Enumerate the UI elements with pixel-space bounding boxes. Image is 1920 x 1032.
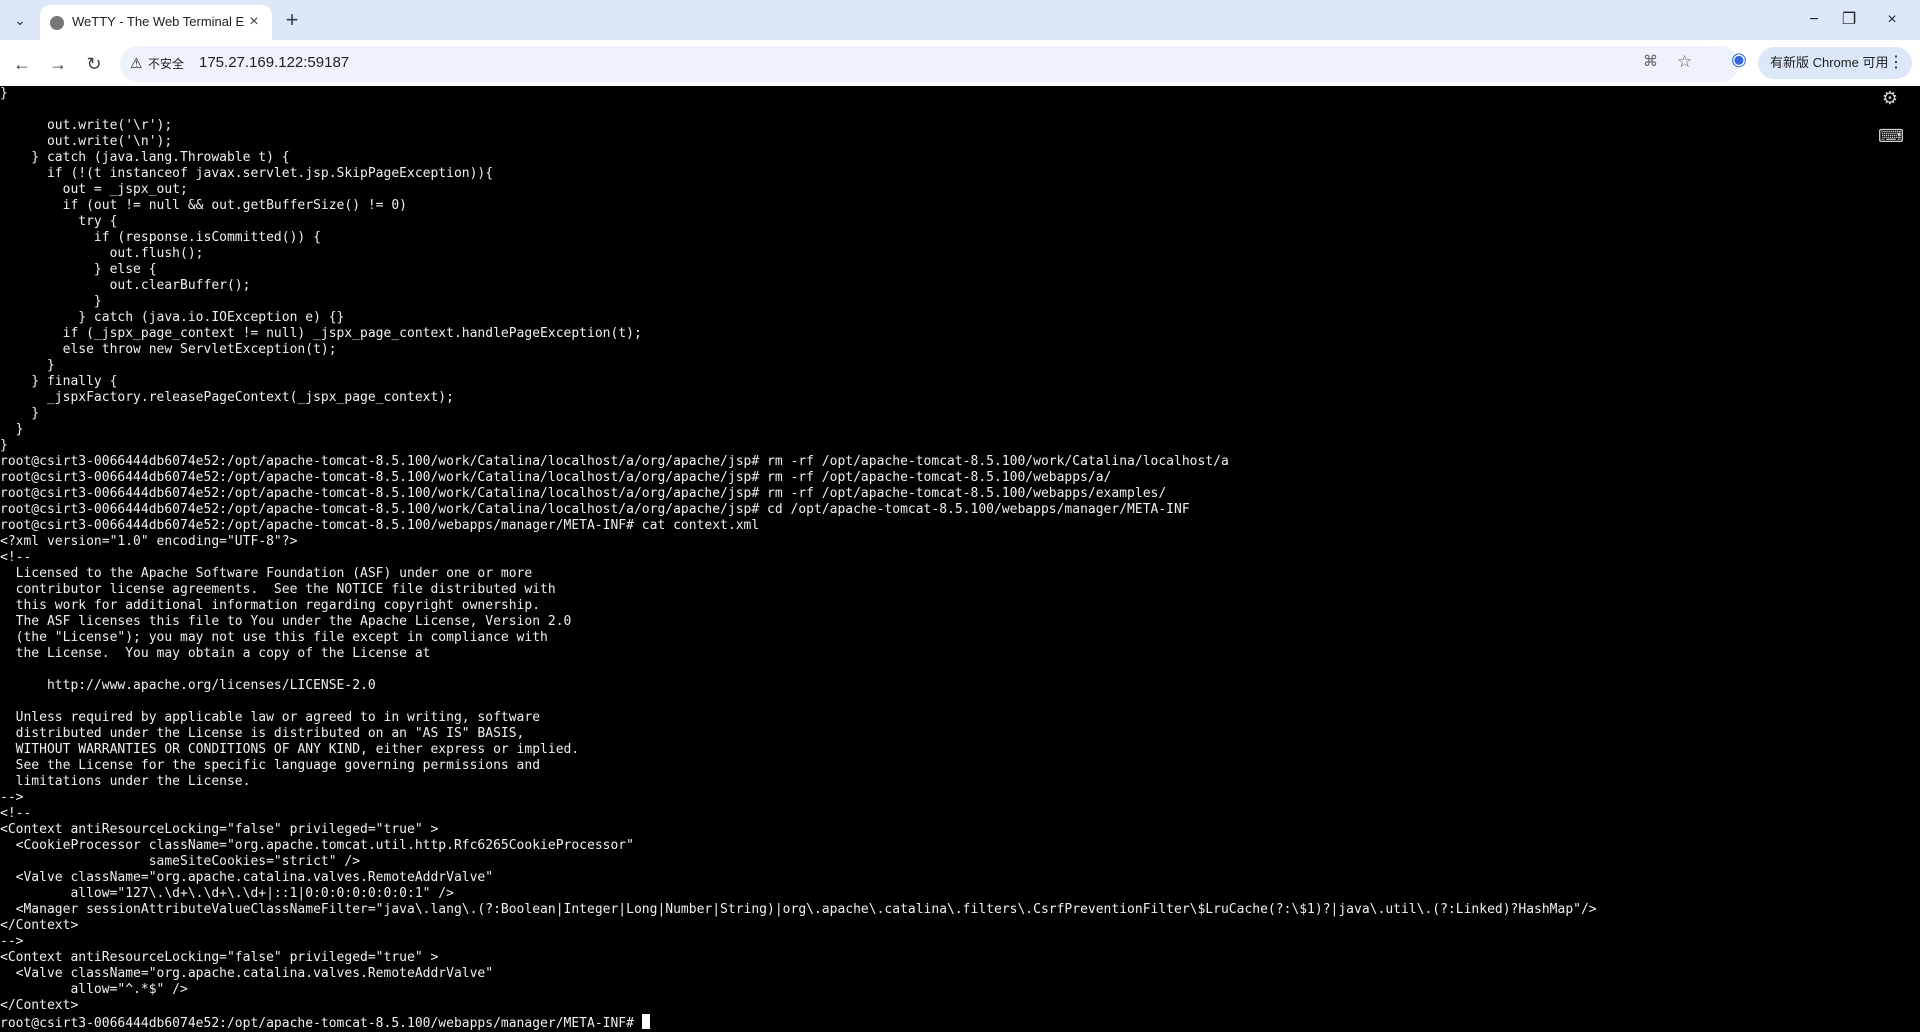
url-text[interactable]: 175.27.169.122:59187 [199,54,349,71]
terminal-line: <!-- [0,550,32,565]
translate-icon[interactable]: ⌘ [1643,52,1665,74]
terminal-line: if (response.isCommitted()) { [0,230,321,245]
terminal-line: if (_jspx_page_context != null) _jspx_pa… [0,326,642,341]
terminal-line: root@csirt3-0066444db6074e52:/opt/apache… [0,502,1190,517]
terminal-line: sameSiteCookies="strict" /> [0,854,361,869]
terminal-line: } [0,422,24,437]
terminal-prompt: root@csirt3-0066444db6074e52:/opt/apache… [0,1016,642,1031]
terminal-line: the License. You may obtain a copy of th… [0,646,431,661]
terminal-line: allow="127\.\d+\.\d+\.\d+|::1|0:0:0:0:0:… [0,886,454,901]
chrome-update-button[interactable]: 有新版 Chrome 可用 ⋮ [1758,47,1912,79]
terminal-line: allow="^.*$" /> [0,982,188,997]
terminal-line: } [0,438,8,453]
restore-button[interactable]: ❐ [1837,8,1861,32]
terminal-line: _jspxFactory.releasePageContext(_jspx_pa… [0,390,454,405]
new-tab-button[interactable]: + [280,8,304,32]
close-tab-button[interactable]: × [244,12,264,32]
terminal-line: root@csirt3-0066444db6074e52:/opt/apache… [0,518,760,533]
terminal-line: The ASF licenses this file to You under … [0,614,572,629]
terminal-line: } catch (java.lang.Throwable t) { [0,150,290,165]
terminal-area[interactable]: } out.write('\r'); out.write('\n'); } ca… [0,86,1920,1032]
terminal-line: <Valve className="org.apache.catalina.va… [0,870,494,885]
terminal-line: <Manager sessionAttributeValueClassNameF… [0,902,1597,917]
tab-title: WeTTY - The Web Terminal E [72,14,244,29]
terminal-cursor [641,1014,650,1029]
warning-icon: ⚠ [130,55,143,71]
terminal-line: (the "License"); you may not use this fi… [0,630,548,645]
terminal-line: } else { [0,262,157,277]
terminal-line: } [0,86,8,101]
chevron-down-icon: ⌄ [14,11,26,28]
terminal-line: } [0,406,40,421]
terminal-line: root@csirt3-0066444db6074e52:/opt/apache… [0,486,1167,501]
terminal-line: } catch (java.io.IOException e) {} [0,310,345,325]
terminal-line: } finally { [0,374,118,389]
update-label: 有新版 Chrome 可用 [1770,55,1889,70]
terminal-line: <Context antiResourceLocking="false" pri… [0,822,439,837]
reload-button[interactable]: ↻ [80,50,108,78]
terminal-line: root@csirt3-0066444db6074e52:/opt/apache… [0,454,1229,469]
forward-button[interactable]: → [44,50,72,78]
close-window-button[interactable]: × [1880,8,1904,32]
browser-toolbar: ← → ↻ ⚠ 不安全 175.27.169.122:59187 ⌘ ☆ [0,40,1920,86]
active-tab[interactable]: WeTTY - The Web Terminal E × [40,5,272,40]
terminal-line: if (!(t instanceof javax.servlet.jsp.Ski… [0,166,494,181]
terminal-line: <Valve className="org.apache.catalina.va… [0,966,494,981]
terminal-line: root@csirt3-0066444db6074e52:/opt/apache… [0,470,1112,485]
terminal-line: out = _jspx_out; [0,182,188,197]
globe-icon [50,16,64,30]
gears-icon[interactable]: ⚙ [1878,86,1902,110]
terminal-line: else throw new ServletException(t); [0,342,337,357]
terminal-line: </Context> [0,918,79,933]
terminal-line: contributor license agreements. See the … [0,582,556,597]
terminal-line: <?xml version="1.0" encoding="UTF-8"?> [0,534,298,549]
terminal-line: } [0,358,55,373]
terminal-line: } [0,294,102,309]
terminal-output: } out.write('\r'); out.write('\n'); } ca… [0,86,1820,1032]
terminal-line: out.write('\n'); [0,134,173,149]
tab-search-button[interactable]: ⌄ [8,8,32,32]
terminal-line: <Context antiResourceLocking="false" pri… [0,950,439,965]
terminal-line: </Context> [0,998,79,1013]
terminal-line: WITHOUT WARRANTIES OR CONDITIONS OF ANY … [0,742,580,757]
terminal-line: <CookieProcessor className="org.apache.t… [0,838,634,853]
terminal-line: http://www.apache.org/licenses/LICENSE-2… [0,678,376,693]
terminal-line: this work for additional information reg… [0,598,541,613]
terminal-line: Unless required by applicable law or agr… [0,710,541,725]
terminal-prompt-line[interactable]: root@csirt3-0066444db6074e52:/opt/apache… [0,1014,1820,1031]
minimize-button[interactable]: − [1802,8,1826,32]
terminal-line: out.clearBuffer(); [0,278,251,293]
terminal-line: Licensed to the Apache Software Foundati… [0,566,533,581]
terminal-line: out.flush(); [0,246,204,261]
address-bar[interactable]: ⚠ 不安全 175.27.169.122:59187 ⌘ ☆ [120,46,1739,82]
star-icon[interactable]: ☆ [1677,52,1699,74]
terminal-line: if (out != null && out.getBufferSize() !… [0,198,407,213]
terminal-line: See the License for the specific languag… [0,758,541,773]
keyboard-icon[interactable]: ⌨ [1878,124,1904,148]
terminal-line: limitations under the License. [0,774,251,789]
terminal-line: --> [0,934,24,949]
terminal-line: <!-- [0,806,32,821]
back-button[interactable]: ← [8,50,36,78]
three-dots-icon: ⋮ [1888,54,1904,71]
terminal-line: try { [0,214,118,229]
security-status[interactable]: 不安全 [148,55,184,72]
account-circle-icon[interactable]: ◉ [1727,49,1751,73]
terminal-line: --> [0,790,24,805]
tab-strip: ⌄ WeTTY - The Web Terminal E × + − ❐ × [0,0,1920,40]
terminal-line: out.write('\r'); [0,118,173,133]
terminal-line: distributed under the License is distrib… [0,726,525,741]
